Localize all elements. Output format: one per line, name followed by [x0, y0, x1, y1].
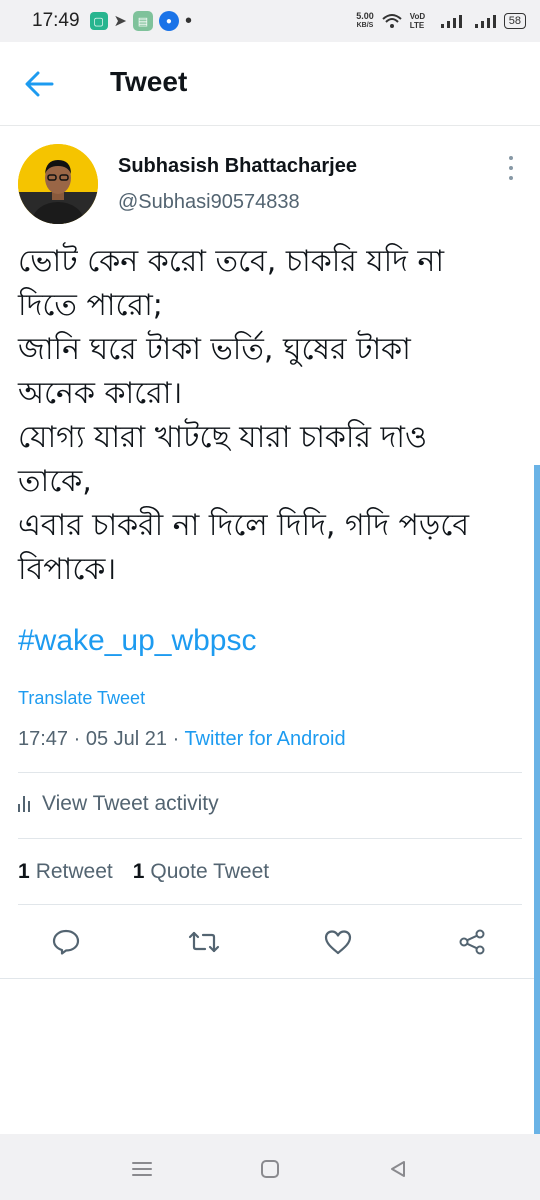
author-name[interactable]: Subhasish Bhattacharjee — [118, 155, 357, 178]
activity-label: View Tweet activity — [42, 792, 219, 815]
author-handle[interactable]: @Subhasi90574838 — [118, 191, 300, 214]
app-header: Tweet — [0, 42, 540, 126]
home-button[interactable] — [255, 1154, 285, 1184]
more-options-button[interactable] — [506, 156, 516, 180]
share-icon — [459, 929, 485, 955]
signal-icon-2 — [474, 15, 496, 28]
retweet-label: Retweet — [35, 860, 113, 883]
home-icon — [261, 1160, 279, 1178]
scroll-indicator — [534, 465, 540, 1180]
hashtag-link[interactable]: #wake_up_wbpsc — [18, 624, 257, 658]
retweet-button[interactable] — [186, 924, 222, 960]
more-icon-dot — [509, 166, 513, 170]
translate-tweet-link[interactable]: Translate Tweet — [18, 688, 145, 709]
avatar[interactable] — [18, 144, 98, 224]
app-notification-icon: ▢ — [89, 12, 108, 30]
divider — [18, 772, 522, 773]
battery-icon: 58 — [503, 13, 526, 29]
network-speed-unit: KB/S — [356, 22, 374, 29]
tweet-text: ভোট কেন করো তবে, চাকরি যদি না দিতে পারো;… — [18, 240, 523, 592]
tweet-line: জানি ঘরে টাকা ভর্তি, ঘুষের টাকা — [18, 332, 411, 367]
tweet-source-link[interactable]: Twitter for Android — [184, 728, 345, 750]
recent-apps-button[interactable] — [127, 1154, 157, 1184]
divider — [18, 838, 522, 839]
heart-icon — [324, 930, 352, 955]
tweet-line: ভোট কেন করো তবে, চাকরি যদি না — [18, 244, 445, 279]
share-button[interactable] — [454, 924, 490, 960]
page-title: Tweet — [110, 66, 188, 97]
tweet-line: অনেক কারো। — [18, 376, 183, 411]
network-speed-value: 5.00 — [356, 11, 374, 21]
tweet-line: যোগ্য যারা খাটছে যারা চাকরি দাও — [18, 420, 428, 455]
tweet-actions — [0, 924, 540, 960]
more-notifications-icon: • — [184, 9, 192, 32]
tweet-time: 17:47 — [18, 728, 69, 750]
tweet-date: 05 Jul 21 — [85, 728, 168, 750]
quote-count: 1 — [132, 860, 145, 883]
triangle-back-icon — [391, 1161, 405, 1177]
divider — [0, 978, 540, 979]
more-icon-dot — [509, 156, 513, 160]
meta-separator: · — [167, 728, 185, 750]
retweet-icon — [188, 931, 220, 953]
tweet-line: এবার চাকরী না দিলে দিদি, গদি পড়বে — [18, 508, 470, 543]
status-time: 17:49 — [32, 10, 80, 31]
more-icon-dot — [509, 176, 513, 180]
reply-button[interactable] — [48, 924, 84, 960]
retweet-count: 1 — [18, 860, 30, 883]
app-notification-icon-2: ▤ — [132, 11, 153, 31]
back-button[interactable] — [24, 70, 58, 98]
volte-indicator: VoD LTE — [409, 12, 426, 30]
quote-label: Quote Tweet — [150, 860, 270, 883]
signal-icon-1 — [440, 15, 462, 28]
network-speed: 5.00 KB/S — [356, 12, 374, 30]
arrow-left-icon — [25, 71, 54, 97]
status-bar: 17:49 ▢ ➤ ▤ ● • 5.00 KB/S VoD LTE 58 — [0, 0, 540, 42]
quote-count-link[interactable]: 1 Quote Tweet — [133, 860, 269, 884]
engagement-counts: 1 Retweet 1 Quote Tweet — [18, 860, 269, 884]
tweet-line: বিপাকে। — [18, 552, 117, 587]
like-button[interactable] — [320, 924, 356, 960]
wifi-icon — [382, 14, 402, 28]
retweet-count-link[interactable]: 1 Retweet — [18, 860, 113, 884]
tweet-metadata: 17:47 · 05 Jul 21 · Twitter for Android — [18, 728, 346, 751]
avatar-image — [18, 144, 98, 224]
tweet-line: দিতে পারো; — [18, 288, 163, 323]
divider — [18, 904, 522, 905]
system-navigation-bar — [0, 1134, 540, 1200]
analytics-icon — [18, 796, 30, 812]
telegram-icon: ➤ — [113, 13, 127, 30]
tweet-line: তাকে, — [18, 464, 92, 499]
app-notification-icon-3: ● — [158, 11, 179, 31]
view-tweet-activity-button[interactable]: View Tweet activity — [18, 792, 219, 816]
back-nav-button[interactable] — [383, 1154, 413, 1184]
meta-separator: · — [68, 728, 86, 750]
menu-icon — [132, 1162, 152, 1176]
reply-icon — [52, 929, 80, 955]
